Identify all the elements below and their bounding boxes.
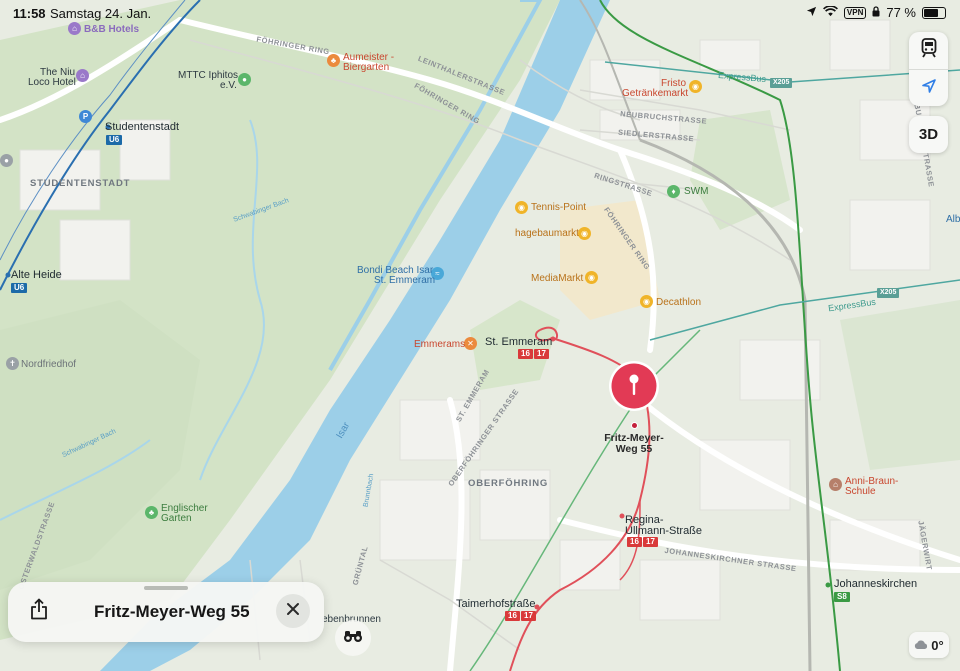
card-grabber[interactable] — [144, 586, 188, 590]
temperature: 0° — [931, 637, 944, 653]
shopping-icon[interactable]: ◉ — [515, 201, 528, 214]
label-mttc-2: e.V. — [220, 80, 237, 91]
place-title: Fritz-Meyer-Weg 55 — [94, 602, 250, 621]
hotel-icon[interactable]: ⌂ — [68, 22, 81, 35]
route-badge-s8: S8 — [834, 592, 850, 602]
status-time: 11:58 — [13, 6, 46, 21]
park-icon[interactable]: ♣ — [145, 506, 158, 519]
label-the-niu-2: Loco Hotel — [28, 77, 76, 88]
cemetery-icon[interactable]: ✝ — [6, 357, 19, 370]
share-icon — [30, 598, 48, 625]
route-badge-17: 17 — [534, 349, 549, 359]
label-fristo-2: Getränkemarkt — [622, 88, 689, 99]
map-controls — [909, 32, 948, 106]
share-button[interactable] — [22, 594, 56, 628]
location-services-icon — [806, 5, 817, 20]
3d-button[interactable]: 3D — [909, 116, 948, 153]
label-studentenstadt-district: STUDENTENSTADT — [30, 178, 131, 189]
label-aumeister-2: Biergarten — [343, 62, 390, 73]
cloud-icon — [914, 638, 928, 653]
binoculars-icon — [343, 629, 363, 648]
current-location-button[interactable] — [909, 69, 948, 107]
label-tennis-point: Tennis-Point — [531, 202, 587, 213]
hotel-icon[interactable]: ⌂ — [76, 69, 89, 82]
lock-icon — [872, 5, 880, 20]
label-emmerams: Emmerams — [414, 339, 466, 350]
vpn-badge: VPN — [843, 6, 867, 19]
tennis-icon[interactable]: ● — [238, 73, 251, 86]
label-alb: Alb — [946, 214, 960, 225]
shopping-icon[interactable]: ◉ — [640, 295, 653, 308]
status-bar: 11:58 Samstag 24. Jan. VPN 77 % — [0, 0, 960, 26]
pin-location-dot — [631, 422, 638, 429]
weather-chip[interactable]: 0° — [909, 632, 949, 658]
route-badge-u6-2: U6 — [11, 283, 28, 293]
label-decathlon: Decathlon — [656, 297, 702, 308]
map-canvas[interactable] — [0, 0, 960, 671]
label-alte-heide: Alte Heide — [11, 269, 62, 281]
label-hagebaumarkt: hagebaumarkt — [515, 228, 579, 239]
label-anni-braun-schule-2: Schule — [845, 486, 876, 497]
label-bb-hotels: B&B Hotels — [84, 24, 140, 35]
close-icon — [286, 602, 300, 621]
label-regina-ullmann-2: Ullmann-Straße — [625, 525, 703, 537]
shopping-icon[interactable]: ◉ — [578, 227, 591, 240]
look-around-button[interactable] — [335, 620, 371, 656]
transit-mode-button[interactable] — [909, 32, 948, 69]
label-oberfoehring: OBERFÖHRING — [468, 478, 549, 489]
battery-level — [924, 8, 938, 17]
label-mediamarkt: MediaMarkt — [531, 273, 584, 284]
place-card[interactable]: Fritz-Meyer-Weg 55 — [8, 582, 324, 642]
location-arrow-icon — [921, 78, 937, 99]
route-badge-16: 16 — [627, 537, 642, 547]
route-badge-16: 16 — [505, 611, 520, 621]
battery-percent: 77 % — [886, 5, 916, 20]
route-badge-16: 16 — [518, 349, 533, 359]
close-button[interactable] — [276, 594, 310, 628]
school-icon[interactable]: ⌂ — [829, 478, 842, 491]
shopping-icon[interactable]: ◉ — [689, 80, 702, 93]
route-badge-u6: U6 — [106, 135, 123, 145]
route-badge-x205-2: X205 — [877, 288, 900, 298]
label-swm: SWM — [684, 186, 709, 197]
pin-label-line-2: Weg 55 — [615, 443, 653, 455]
label-nordfriedhof: Nordfriedhof — [21, 359, 77, 370]
dropped-pin[interactable] — [608, 360, 660, 412]
route-badge-x205: X205 — [770, 78, 793, 88]
status-indicators: VPN 77 % — [806, 5, 946, 20]
label-studentenstadt-station: Studentenstadt — [105, 121, 180, 133]
status-date: Samstag 24. Jan. — [50, 6, 152, 21]
battery-icon — [922, 6, 946, 19]
restaurant-icon[interactable]: ✕ — [464, 337, 477, 350]
shopping-icon[interactable]: ◉ — [585, 271, 598, 284]
label-taimerhofstrasse: Taimerhofstraße — [456, 598, 536, 610]
tram-icon — [921, 38, 937, 63]
wifi-icon — [822, 5, 838, 20]
label-englischer-garten-2: Garten — [161, 513, 192, 524]
label-johanneskirchen: Johanneskirchen — [834, 578, 918, 590]
parking-icon[interactable]: P — [79, 110, 92, 123]
route-badge-17: 17 — [643, 537, 658, 547]
label-bondi-beach-2: St. Emmeram — [374, 275, 436, 286]
route-badge-17: 17 — [521, 611, 536, 621]
pin-label: Fritz-Meyer- Weg 55 — [593, 433, 675, 455]
utility-icon[interactable]: ♦ — [667, 185, 680, 198]
place-icon[interactable]: ● — [0, 154, 13, 167]
label-st-emmeram: St. Emmeram — [485, 336, 553, 348]
